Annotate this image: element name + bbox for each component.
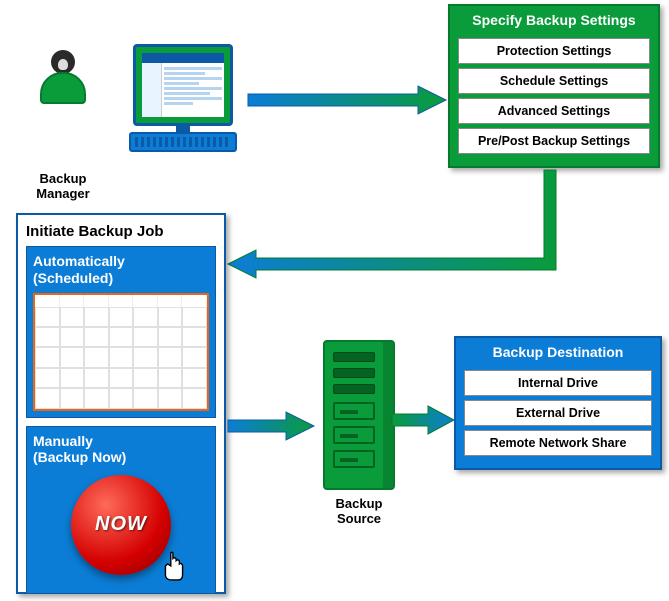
option-schedule: Schedule Settings bbox=[458, 68, 650, 94]
calendar-icon bbox=[33, 293, 209, 411]
option-external-drive: External Drive bbox=[464, 400, 652, 426]
now-text: NOW bbox=[95, 513, 147, 536]
destination-title: Backup Destination bbox=[464, 342, 652, 366]
initiate-title: Initiate Backup Job bbox=[26, 221, 216, 246]
settings-title: Specify Backup Settings bbox=[458, 10, 650, 34]
specify-backup-settings: Specify Backup Settings Protection Setti… bbox=[448, 4, 660, 168]
now-button-icon: NOW bbox=[71, 475, 171, 575]
backup-manager: Backup Manager bbox=[28, 50, 98, 202]
backup-source: Backup Source bbox=[314, 340, 404, 526]
arrow-to-source bbox=[228, 412, 316, 440]
arrow-to-settings bbox=[248, 86, 448, 114]
option-remote-share: Remote Network Share bbox=[464, 430, 652, 456]
server-icon bbox=[323, 340, 395, 490]
manual-label: Manually (Backup Now) bbox=[33, 433, 209, 467]
option-prepost: Pre/Post Backup Settings bbox=[458, 128, 650, 154]
arrow-to-destination bbox=[392, 406, 456, 434]
arrow-to-initiate bbox=[226, 170, 566, 290]
auto-scheduled-card: Automatically (Scheduled) bbox=[26, 246, 216, 418]
manual-backup-card: Manually (Backup Now) NOW bbox=[26, 426, 216, 594]
auto-label: Automatically (Scheduled) bbox=[33, 253, 209, 287]
backup-destination: Backup Destination Internal Drive Extern… bbox=[454, 336, 662, 470]
person-icon bbox=[38, 50, 88, 110]
computer-icon bbox=[128, 44, 238, 152]
initiate-backup-job: Initiate Backup Job Automatically (Sched… bbox=[16, 213, 226, 594]
backup-flow-diagram: Backup Manager Specify bbox=[0, 0, 669, 601]
option-protection: Protection Settings bbox=[458, 38, 650, 64]
option-advanced: Advanced Settings bbox=[458, 98, 650, 124]
manager-label: Backup Manager bbox=[28, 172, 98, 202]
cursor-icon bbox=[161, 551, 187, 581]
option-internal-drive: Internal Drive bbox=[464, 370, 652, 396]
source-label: Backup Source bbox=[314, 496, 404, 526]
